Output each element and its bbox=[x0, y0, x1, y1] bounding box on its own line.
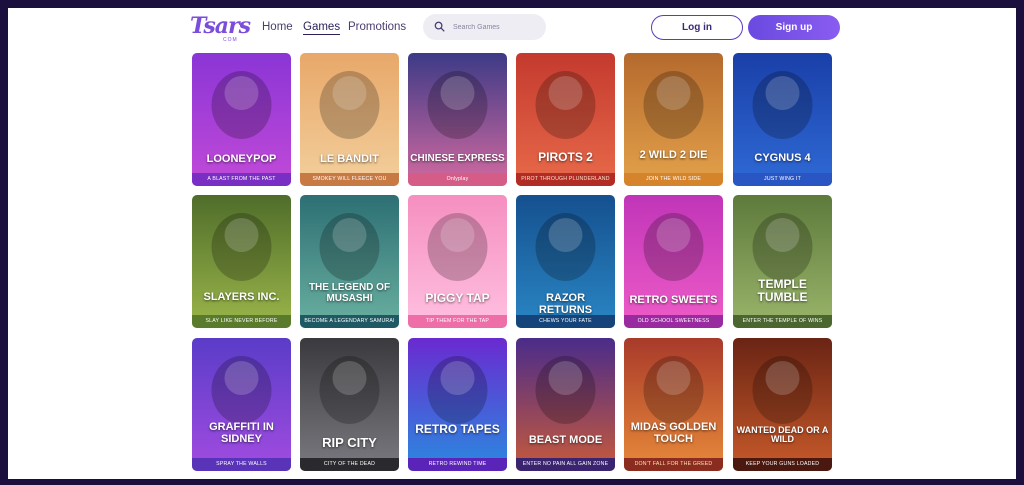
game-card[interactable]: RETRO TAPES RETRO REWIND TIME bbox=[408, 338, 507, 471]
game-art bbox=[192, 195, 291, 328]
game-art bbox=[408, 195, 507, 328]
game-title: WANTED DEAD OR A WILD bbox=[736, 425, 829, 445]
game-card[interactable]: PIROTS 2 PIROT THROUGH PLUNDERLAND bbox=[516, 53, 615, 186]
game-card[interactable]: BEAST MODE ENTER NO PAIN ALL GAIN ZONE bbox=[516, 338, 615, 471]
page-frame: Tsars COM Home Games Promotions Log in S… bbox=[8, 8, 1016, 479]
game-tagline: TIP THEM FOR THE TAP bbox=[408, 315, 507, 328]
game-tagline: SMOKEY WILL FLEECE YOU bbox=[300, 173, 399, 186]
game-title: BEAST MODE bbox=[528, 434, 603, 446]
game-art bbox=[624, 195, 723, 328]
search-input[interactable] bbox=[453, 20, 541, 34]
game-title: PIROTS 2 bbox=[538, 150, 593, 164]
game-title: LOONEYPOP bbox=[206, 153, 277, 165]
search-icon bbox=[434, 21, 445, 32]
game-art bbox=[516, 53, 615, 186]
nav-games[interactable]: Games bbox=[303, 21, 341, 35]
game-card[interactable]: LE BANDIT SMOKEY WILL FLEECE YOU bbox=[300, 53, 399, 186]
game-art bbox=[733, 195, 832, 328]
game-tagline: CITY OF THE DEAD bbox=[300, 458, 399, 471]
game-title: RAZOR RETURNS bbox=[538, 292, 593, 316]
game-title: MIDAS GOLDEN TOUCH bbox=[630, 421, 717, 445]
game-card[interactable]: THE LEGEND OF MUSASHI BECOME A LEGENDARY … bbox=[300, 195, 399, 328]
game-tagline: BECOME A LEGENDARY SAMURAI bbox=[300, 315, 399, 328]
game-card[interactable]: MIDAS GOLDEN TOUCH DON'T FALL FOR THE GRE… bbox=[624, 338, 723, 471]
game-title: 2 WILD 2 DIE bbox=[639, 149, 708, 161]
game-tagline: Onlyplay bbox=[408, 173, 507, 186]
game-art bbox=[300, 195, 399, 328]
game-tagline: JOIN THE WILD SIDE bbox=[624, 173, 723, 186]
site-logo-sub: COM bbox=[223, 37, 238, 43]
game-tagline: JUST WING IT bbox=[733, 173, 832, 186]
game-art bbox=[408, 338, 507, 471]
game-tagline: CHEWS YOUR FATE bbox=[516, 315, 615, 328]
game-title: CHINESE EXPRESS bbox=[410, 153, 505, 164]
game-tagline: OLD SCHOOL SWEETNESS bbox=[624, 315, 723, 328]
game-art bbox=[516, 338, 615, 471]
game-title: LE BANDIT bbox=[320, 153, 379, 165]
game-title: RETRO SWEETS bbox=[629, 294, 718, 306]
game-tagline: A BLAST FROM THE PAST bbox=[192, 173, 291, 186]
game-art bbox=[300, 53, 399, 186]
nav-promotions[interactable]: Promotions bbox=[348, 21, 406, 33]
game-art bbox=[300, 338, 399, 471]
game-tagline: ENTER NO PAIN ALL GAIN ZONE bbox=[516, 458, 615, 471]
game-art bbox=[733, 53, 832, 186]
game-tagline: ENTER THE TEMPLE OF WINS bbox=[733, 315, 832, 328]
game-card[interactable]: TEMPLE TUMBLE ENTER THE TEMPLE OF WINS bbox=[733, 195, 832, 328]
game-card[interactable]: RETRO SWEETS OLD SCHOOL SWEETNESS bbox=[624, 195, 723, 328]
game-art bbox=[192, 53, 291, 186]
game-title: PIGGY TAP bbox=[425, 291, 490, 305]
game-tagline: PIROT THROUGH PLUNDERLAND bbox=[516, 173, 615, 186]
game-title: RETRO TAPES bbox=[415, 422, 500, 436]
game-title: CYGNUS 4 bbox=[754, 152, 811, 164]
game-tagline: RETRO REWIND TIME bbox=[408, 458, 507, 471]
game-art bbox=[733, 338, 832, 471]
games-grid: LOONEYPOP A BLAST FROM THE PAST LE BANDIT S… bbox=[192, 53, 832, 473]
login-button[interactable]: Log in bbox=[651, 15, 743, 40]
game-tagline: SLAY LIKE NEVER BEFORE bbox=[192, 315, 291, 328]
game-art bbox=[192, 338, 291, 471]
game-card[interactable]: SLAYERS INC. SLAY LIKE NEVER BEFORE bbox=[192, 195, 291, 328]
game-card[interactable]: GRAFFITI IN SIDNEY SPRAY THE WALLS bbox=[192, 338, 291, 471]
signup-button[interactable]: Sign up bbox=[748, 15, 840, 40]
site-header: Tsars COM Home Games Promotions Log in S… bbox=[8, 8, 1016, 48]
game-card[interactable]: PIGGY TAP TIP THEM FOR THE TAP bbox=[408, 195, 507, 328]
game-card[interactable]: CYGNUS 4 JUST WING IT bbox=[733, 53, 832, 186]
game-card[interactable]: RIP CITY CITY OF THE DEAD bbox=[300, 338, 399, 471]
game-card[interactable]: WANTED DEAD OR A WILD KEEP YOUR GUNS LOAD… bbox=[733, 338, 832, 471]
nav-home[interactable]: Home bbox=[262, 21, 293, 33]
game-card[interactable]: LOONEYPOP A BLAST FROM THE PAST bbox=[192, 53, 291, 186]
game-art bbox=[624, 338, 723, 471]
game-card[interactable]: CHINESE EXPRESS Onlyplay bbox=[408, 53, 507, 186]
game-tagline: SPRAY THE WALLS bbox=[192, 458, 291, 471]
game-tagline: DON'T FALL FOR THE GREED bbox=[624, 458, 723, 471]
game-title: SLAYERS INC. bbox=[203, 291, 280, 303]
game-title: RIP CITY bbox=[322, 435, 377, 450]
game-title: THE LEGEND OF MUSASHI bbox=[308, 282, 391, 304]
game-art bbox=[408, 53, 507, 186]
game-art bbox=[624, 53, 723, 186]
game-title: TEMPLE TUMBLE bbox=[757, 277, 808, 304]
game-tagline: KEEP YOUR GUNS LOADED bbox=[733, 458, 832, 471]
game-card[interactable]: 2 WILD 2 DIE JOIN THE WILD SIDE bbox=[624, 53, 723, 186]
game-title: GRAFFITI IN SIDNEY bbox=[209, 421, 274, 445]
game-card[interactable]: RAZOR RETURNS CHEWS YOUR FATE bbox=[516, 195, 615, 328]
